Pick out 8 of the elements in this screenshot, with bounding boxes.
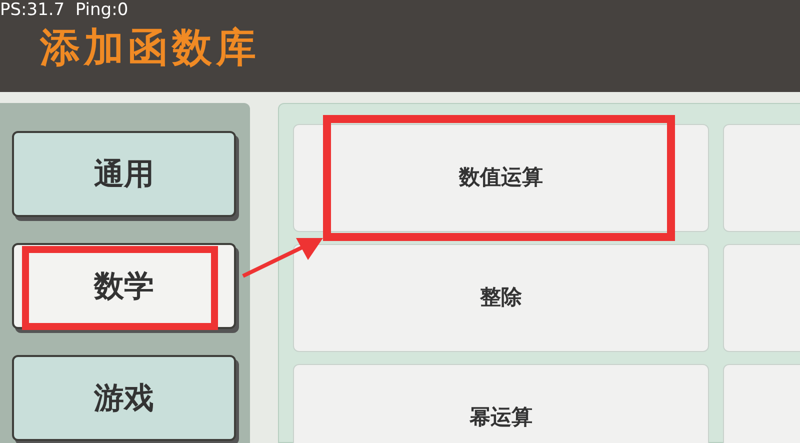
page-title: 添加函数库 — [40, 28, 260, 68]
function-card[interactable] — [723, 124, 800, 232]
category-button[interactable]: 游戏 — [12, 355, 236, 441]
debug-overlay-text: PS:31.7 Ping:0 — [0, 0, 128, 20]
function-card[interactable] — [723, 244, 800, 352]
function-card[interactable]: 整除 — [293, 244, 709, 352]
function-card[interactable]: 幂运算 — [293, 364, 709, 443]
function-card[interactable]: 数值运算 — [293, 124, 709, 232]
